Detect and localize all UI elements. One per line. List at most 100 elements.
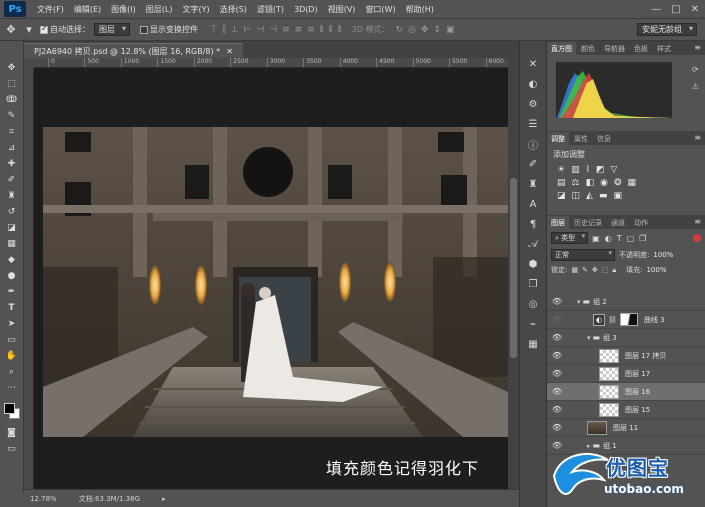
- selective-color-icon[interactable]: ▣: [613, 191, 622, 201]
- info-icon[interactable]: ⓘ: [525, 137, 541, 152]
- black-white-icon[interactable]: ◧: [586, 178, 595, 188]
- layer-row[interactable]: 👁︎ ◐ ⛓ 曲线 3: [547, 311, 705, 329]
- type-tool-icon[interactable]: T: [4, 301, 20, 314]
- pixel-filter-icon[interactable]: ▣: [592, 234, 600, 243]
- layers-icon[interactable]: ❐: [525, 277, 541, 291]
- layer-row[interactable]: 👁︎ 图层 11: [547, 419, 705, 437]
- glyphs-icon[interactable]: 𝒜: [525, 237, 541, 251]
- visibility-eye-icon[interactable]: 👁︎: [551, 404, 563, 416]
- marquee-tool-icon[interactable]: ⬚: [4, 77, 20, 90]
- tab-swatches[interactable]: 色板: [630, 42, 652, 55]
- zoom-level[interactable]: 12.78%: [30, 495, 57, 503]
- visibility-eye-icon[interactable]: 👁︎: [551, 386, 563, 398]
- brush-settings-icon[interactable]: ✐: [525, 157, 541, 171]
- 3d-roll-icon[interactable]: ◎: [408, 25, 416, 35]
- color-swatches[interactable]: [3, 401, 21, 423]
- menu-view[interactable]: 视图(V): [323, 4, 361, 15]
- lock-position-icon[interactable]: ✥: [592, 266, 598, 274]
- tab-navigator[interactable]: 导航器: [600, 42, 629, 55]
- align-vcenter-icon[interactable]: ⫿: [223, 25, 226, 35]
- visibility-eye-icon[interactable]: 👁︎: [551, 314, 563, 326]
- visibility-eye-icon[interactable]: 👁︎: [551, 350, 563, 362]
- panel-menu-icon[interactable]: ≡: [694, 217, 701, 226]
- tab-styles[interactable]: 样式: [653, 42, 675, 55]
- paths-icon[interactable]: ⌁: [525, 317, 541, 331]
- minimize-icon[interactable]: —: [651, 4, 661, 15]
- tab-properties[interactable]: 属性: [570, 132, 592, 145]
- levels-icon[interactable]: ▥: [571, 165, 580, 175]
- crop-tool-icon[interactable]: ⌗: [4, 125, 20, 138]
- adjust-sliders-icon[interactable]: ☰: [525, 117, 541, 131]
- tab-color[interactable]: 颜色: [577, 42, 599, 55]
- foreground-color-swatch[interactable]: [3, 403, 15, 414]
- shape-tool-icon[interactable]: ▭: [4, 333, 20, 346]
- layer-row[interactable]: 👁︎ ▾ ▬ 组 2: [547, 293, 705, 311]
- properties-icon[interactable]: ⚙: [525, 97, 541, 111]
- channels-icon[interactable]: ◎: [525, 297, 541, 311]
- invert-icon[interactable]: ◪: [557, 191, 566, 201]
- tab-info[interactable]: 信息: [593, 132, 615, 145]
- align-bottom-icon[interactable]: ⊥: [231, 25, 239, 35]
- tab-actions[interactable]: 动作: [630, 216, 652, 229]
- align-top-icon[interactable]: ⊤: [210, 25, 218, 35]
- menu-filter[interactable]: 滤镜(T): [252, 4, 289, 15]
- opacity-input[interactable]: 100%: [653, 251, 673, 259]
- color-balance-icon[interactable]: ⚖: [572, 178, 580, 188]
- 3d-rotate-icon[interactable]: ↻: [395, 25, 403, 35]
- tab-history[interactable]: 历史记录: [570, 216, 606, 229]
- visibility-eye-icon[interactable]: 👁︎: [551, 332, 563, 344]
- tab-histogram[interactable]: 直方图: [547, 42, 576, 55]
- screen-mode-icon[interactable]: ▭: [4, 442, 20, 455]
- distribute-top-icon[interactable]: ≡: [282, 25, 290, 35]
- menu-3d[interactable]: 3D(D): [289, 5, 323, 14]
- maximize-icon[interactable]: □: [671, 4, 680, 15]
- close-icon[interactable]: ✕: [226, 47, 233, 56]
- distribute-bottom-icon[interactable]: ≡: [307, 25, 315, 35]
- clone-stamp-tool-icon[interactable]: ♜: [4, 189, 20, 202]
- 3d-pan-icon[interactable]: ✥: [421, 25, 429, 35]
- lock-transparent-icon[interactable]: ▦: [571, 266, 578, 274]
- layer-row[interactable]: 👁︎ 图层 17 拷贝: [547, 347, 705, 365]
- document-image[interactable]: [43, 127, 508, 437]
- hue-saturation-icon[interactable]: ▤: [557, 178, 566, 188]
- layer-row[interactable]: 👁︎ 图层 17: [547, 365, 705, 383]
- lock-artboard-icon[interactable]: ⬚: [602, 266, 609, 274]
- collapse-icon[interactable]: ✕: [525, 57, 541, 71]
- menu-file[interactable]: 文件(F): [32, 4, 69, 15]
- zoom-tool-icon[interactable]: ⌕: [4, 365, 20, 378]
- chain-link-icon[interactable]: ⛓: [608, 316, 617, 324]
- type-filter-icon[interactable]: T: [617, 234, 622, 243]
- menu-layer[interactable]: 图层(L): [141, 4, 178, 15]
- visibility-eye-icon[interactable]: 👁︎: [551, 368, 563, 380]
- healing-brush-tool-icon[interactable]: ✚: [4, 157, 20, 170]
- 3d-scale-icon[interactable]: ▣: [446, 25, 455, 35]
- posterize-icon[interactable]: ◫: [572, 191, 581, 201]
- menu-select[interactable]: 选择(S): [215, 4, 252, 15]
- visibility-eye-icon[interactable]: 👁︎: [551, 296, 563, 308]
- refresh-icon[interactable]: ⟳: [692, 65, 699, 74]
- curves-icon[interactable]: ⌇: [586, 165, 590, 175]
- align-right-icon[interactable]: ⊣: [269, 25, 277, 35]
- gradient-map-icon[interactable]: ▬: [599, 191, 608, 201]
- gradient-tool-icon[interactable]: ▦: [4, 237, 20, 250]
- vibrance-icon[interactable]: ▽: [611, 165, 618, 175]
- lock-all-icon[interactable]: 🔒︎: [612, 266, 616, 275]
- path-select-tool-icon[interactable]: ➤: [4, 317, 20, 330]
- paragraph-icon[interactable]: ¶: [525, 217, 541, 231]
- move-tool-icon[interactable]: ✥: [4, 61, 20, 74]
- blend-mode-dropdown[interactable]: 正常: [551, 249, 615, 261]
- layer-row-selected[interactable]: 👁︎ 图层 16: [547, 383, 705, 401]
- 3d-slide-icon[interactable]: ⇕: [433, 25, 441, 35]
- channel-mixer-icon[interactable]: ❂: [614, 178, 622, 188]
- shape-filter-icon[interactable]: ▢: [627, 234, 635, 243]
- fill-input[interactable]: 100%: [646, 266, 666, 274]
- align-left-icon[interactable]: ⊢: [244, 25, 252, 35]
- quick-mask-icon[interactable]: ◙: [4, 426, 20, 439]
- visibility-eye-icon[interactable]: 👁︎: [551, 422, 563, 434]
- layer-mask-thumbnail[interactable]: [619, 313, 638, 326]
- menu-edit[interactable]: 编辑(E): [69, 4, 106, 15]
- photo-filter-icon[interactable]: ◉: [600, 178, 608, 188]
- layer-row[interactable]: 👁︎ 图层 15: [547, 401, 705, 419]
- scrollbar-thumb[interactable]: [510, 178, 517, 358]
- eyedropper-tool-icon[interactable]: ⊿: [4, 141, 20, 154]
